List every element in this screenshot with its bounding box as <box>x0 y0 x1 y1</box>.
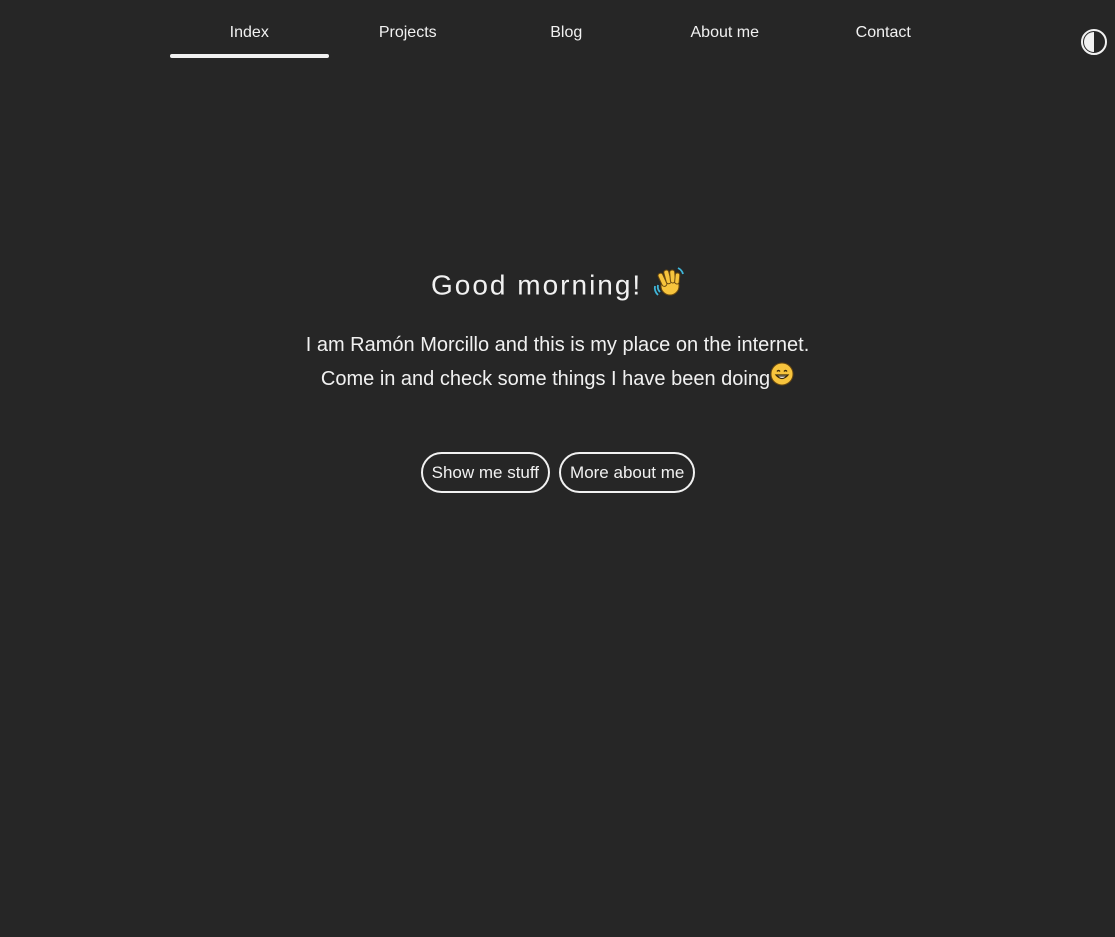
greeting-text: Good morning! <box>431 269 643 301</box>
intro-line-1: I am Ramón Morcillo and this is my place… <box>305 334 810 356</box>
waving-hand-icon <box>652 266 684 308</box>
show-me-stuff-button[interactable]: Show me stuff <box>420 452 551 494</box>
nav-item-contact[interactable]: Contact <box>804 0 963 58</box>
nav-item-label: Contact <box>855 24 911 41</box>
hero-actions: Show me stuff More about me <box>0 452 1115 494</box>
nav-item-label: About me <box>690 24 759 41</box>
intro-text: I am Ramón Morcillo and this is my place… <box>0 328 1115 397</box>
nav-item-about-me[interactable]: About me <box>646 0 805 58</box>
nav-item-index[interactable]: Index <box>170 0 329 58</box>
hero-section: Good morning! I am Ramón Morcillo and th… <box>0 266 1115 494</box>
nav-item-label: Index <box>229 24 269 41</box>
theme-toggle-button[interactable] <box>1081 29 1107 55</box>
intro-line-2: Come in and check some things I have bee… <box>320 368 771 390</box>
nav-item-label: Blog <box>550 24 583 41</box>
page: Index Projects Blog About me Contact Goo… <box>0 0 1115 937</box>
main-nav: Index Projects Blog About me Contact <box>170 0 963 58</box>
greeting-heading: Good morning! <box>0 266 1115 308</box>
nav-item-label: Projects <box>378 24 437 41</box>
nav-item-blog[interactable]: Blog <box>487 0 646 58</box>
more-about-me-button[interactable]: More about me <box>559 452 696 494</box>
grinning-face-icon <box>770 362 794 397</box>
contrast-icon <box>1081 29 1107 55</box>
nav-item-projects[interactable]: Projects <box>329 0 488 58</box>
